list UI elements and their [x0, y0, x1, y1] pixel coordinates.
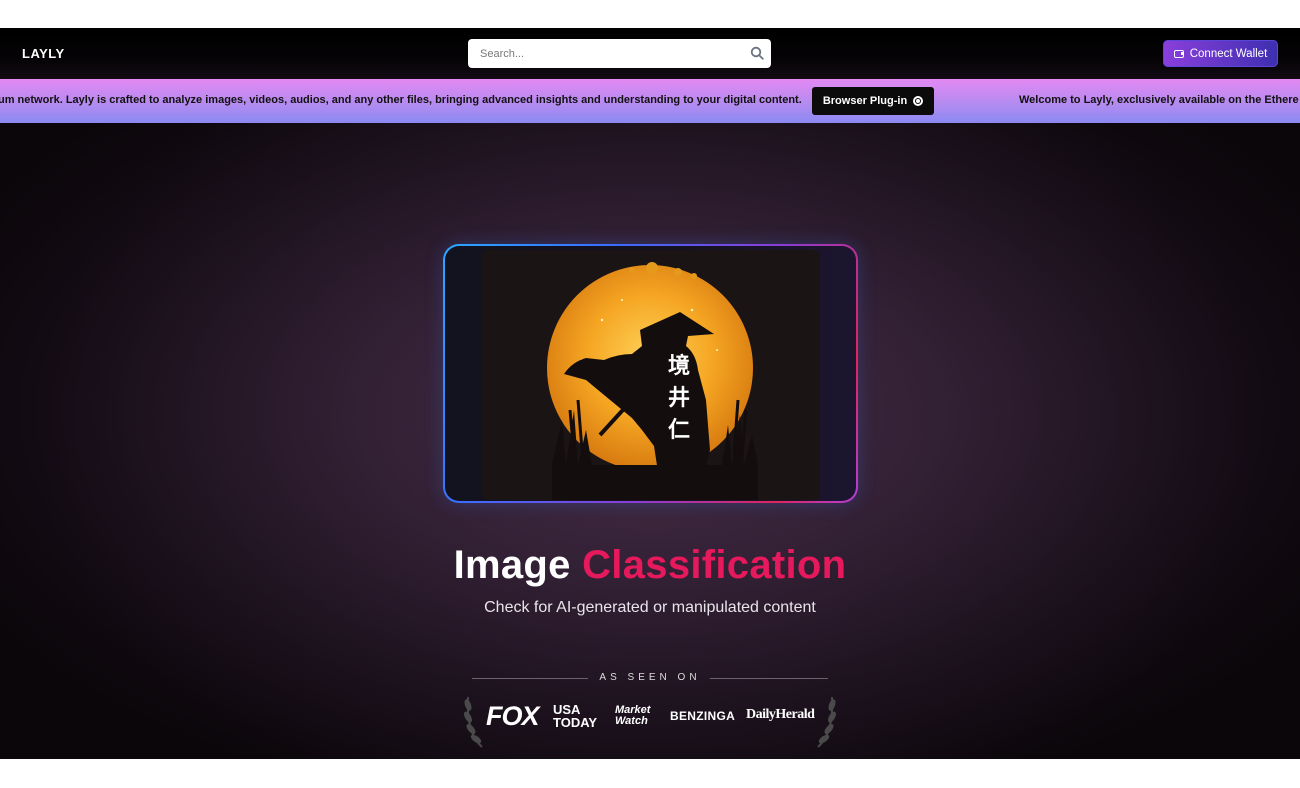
- artwork-glyph-1: 境: [668, 354, 691, 379]
- marquee-text-repeat: Welcome to Layly, exclusively available …: [1019, 94, 1299, 106]
- search-input[interactable]: [468, 39, 738, 68]
- artwork-glyph-2: 井: [668, 386, 691, 411]
- usa-today-line2: TODAY: [553, 715, 598, 730]
- samurai-illustration: [482, 250, 820, 500]
- market-watch-logo: Market Watch: [615, 705, 650, 727]
- wallet-icon: [1173, 49, 1184, 58]
- samurai-artwork: 境 井 仁: [482, 250, 820, 500]
- browser-plugin-label: Browser Plug-in: [822, 95, 908, 107]
- top-navbar: LAYLY Connect Wallet: [0, 28, 1300, 79]
- connect-wallet-label: Connect Wallet: [1189, 47, 1268, 60]
- laurel-right-icon: [817, 696, 836, 748]
- image-preview-card[interactable]: 境 井 仁: [443, 244, 858, 503]
- search-box[interactable]: [468, 39, 771, 68]
- chrome-icon: [913, 96, 924, 106]
- benzinga-logo: BENZINGA: [670, 709, 736, 723]
- browser-plugin-button[interactable]: Browser Plug-in: [812, 87, 934, 115]
- page-title: Image Classification: [0, 543, 1300, 588]
- app-window: LAYLY Connect Wallet um network. Layly i…: [0, 28, 1300, 759]
- laurel-left-icon: [464, 696, 483, 748]
- hero-section: 境 井 仁 Image Classification Check for AI-…: [0, 123, 1300, 759]
- press-logos: FOX USA TODAY Market Watch BENZINGA Dail…: [462, 689, 838, 753]
- as-seen-on-divider: AS SEEN ON: [472, 671, 828, 687]
- connect-wallet-button[interactable]: Connect Wallet: [1163, 40, 1278, 67]
- divider-line-right: [710, 678, 828, 679]
- daily-herald-logo: DailyHerald: [746, 707, 815, 722]
- page-subtitle: Check for AI-generated or manipulated co…: [484, 599, 816, 616]
- search-icon[interactable]: [750, 46, 764, 60]
- title-accent: Classification: [582, 543, 847, 587]
- image-preview-frame: 境 井 仁: [445, 246, 856, 501]
- marquee-text: um network. Layly is crafted to analyze …: [0, 94, 802, 106]
- artwork-glyph-3: 仁: [668, 418, 691, 443]
- market-watch-line2: Watch: [615, 715, 648, 727]
- usa-today-logo: USA TODAY: [553, 703, 597, 729]
- fox-logo: FOX: [486, 701, 540, 731]
- brand-logo[interactable]: LAYLY: [22, 46, 65, 61]
- title-main: Image: [453, 543, 571, 587]
- announcement-marquee: um network. Layly is crafted to analyze …: [0, 79, 1300, 123]
